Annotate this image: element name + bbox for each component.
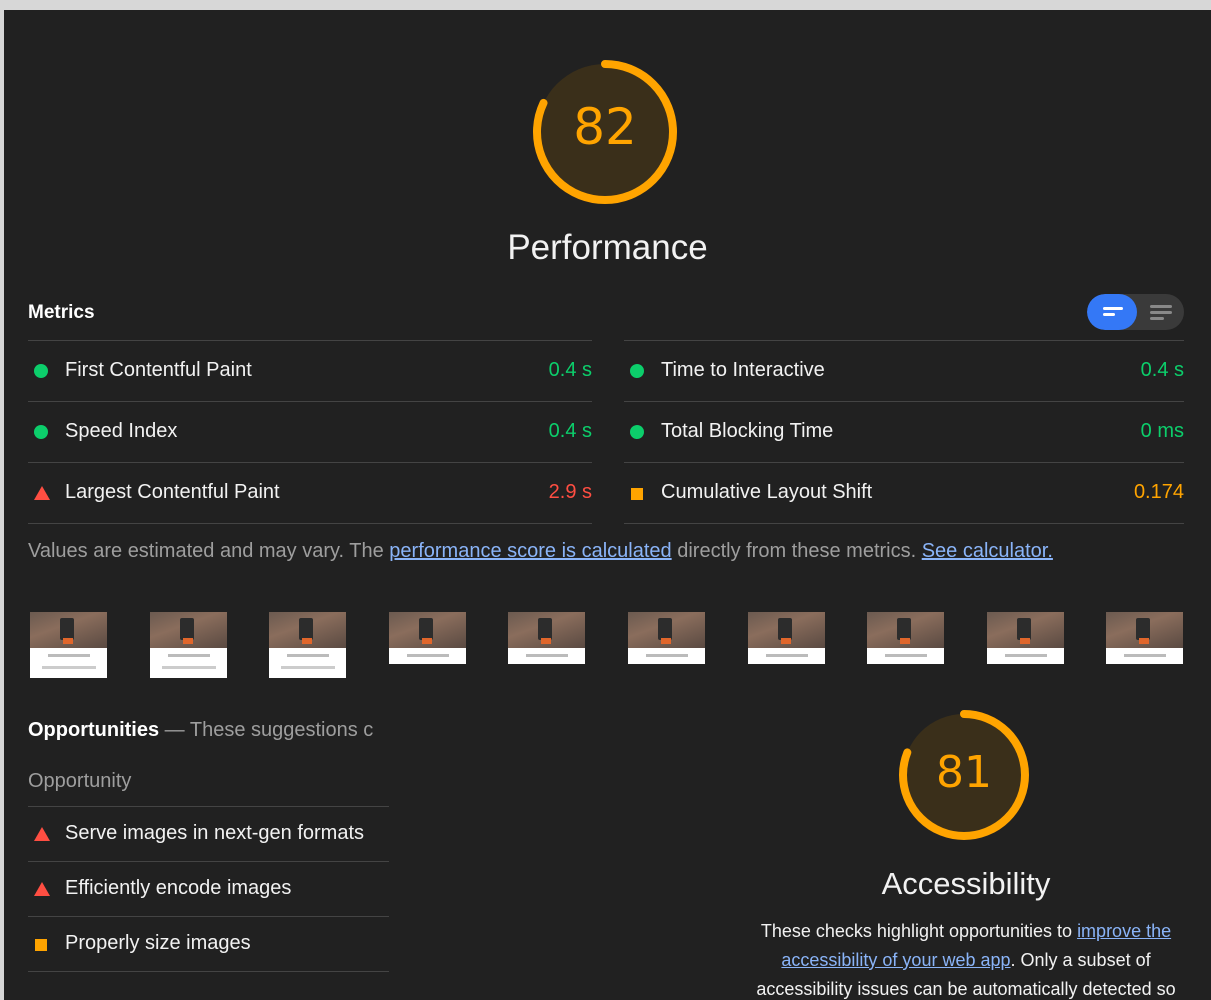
metric-first-contentful-paint: First Contentful Paint 0.4 s [28, 340, 592, 401]
pass-dot-icon [630, 364, 644, 378]
see-calculator-link[interactable]: See calculator. [922, 540, 1053, 562]
metrics-header: Metrics [28, 302, 95, 323]
note-prefix: Values are estimated and may vary. The [28, 540, 390, 562]
acc-desc-prefix: These checks highlight opportunities to [760, 921, 1078, 941]
opportunity-label: Properly size images [65, 932, 251, 954]
filmstrip-frame [747, 612, 825, 664]
metric-total-blocking-time: Total Blocking Time 0 ms [624, 401, 1184, 462]
metrics-view-toggle[interactable] [1087, 294, 1184, 330]
compact-view-toggle-button[interactable] [1087, 294, 1137, 330]
score-calculated-link[interactable]: performance score is calculated [389, 540, 671, 562]
metric-largest-contentful-paint: Largest Contentful Paint 2.9 s [28, 462, 592, 524]
opportunities-header: Opportunities — These suggestions c [28, 719, 389, 742]
accessibility-gauge[interactable]: 81 [896, 707, 1032, 843]
compact-view-icon-line [1103, 313, 1115, 316]
expanded-view-icon-line [1150, 311, 1172, 314]
opportunities-title: Opportunities [28, 719, 160, 741]
metric-value: 0.4 s [548, 359, 592, 381]
filmstrip-frame [986, 612, 1064, 664]
metric-label: Speed Index [65, 420, 178, 442]
pass-dot-icon [34, 364, 48, 378]
expanded-view-icon[interactable] [1150, 305, 1172, 308]
opportunity-item[interactable]: Efficiently encode images [28, 861, 389, 916]
opportunity-label: Serve images in next-gen formats [65, 822, 365, 844]
metrics-column-right: Time to Interactive 0.4 s Total Blocking… [624, 340, 1184, 524]
opportunities-description: — These suggestions c [159, 719, 374, 741]
opportunity-item[interactable]: Properly size images [28, 916, 389, 972]
metric-speed-index: Speed Index 0.4 s [28, 401, 592, 462]
performance-gauge[interactable]: 82 [530, 57, 680, 207]
accessibility-description: These checks highlight opportunities to … [736, 917, 1196, 1000]
filmstrip-frame [508, 612, 586, 664]
accessibility-score: 81 [936, 747, 992, 798]
expanded-view-icon-line [1150, 317, 1164, 320]
filmstrip-frame [30, 612, 107, 678]
report-panel: 82 Performance Metrics First Contentful … [4, 10, 1211, 1000]
metric-label: First Contentful Paint [65, 359, 252, 381]
pass-dot-icon [34, 425, 48, 439]
metrics-note: Values are estimated and may vary. The p… [28, 540, 1053, 563]
fail-triangle-icon [34, 486, 50, 500]
pass-dot-icon [630, 425, 644, 439]
average-square-icon [631, 488, 643, 500]
opportunity-item[interactable]: Serve images in next-gen formats [28, 806, 389, 861]
average-square-icon [35, 939, 47, 951]
filmstrip-frame [628, 612, 705, 664]
performance-score: 82 [573, 98, 637, 156]
fail-triangle-icon [34, 882, 50, 896]
filmstrip-frame [388, 612, 466, 664]
opportunities-list: Serve images in next-gen formats Efficie… [28, 806, 389, 972]
opportunity-column-label: Opportunity [28, 770, 132, 792]
metric-value: 0.174 [1133, 481, 1184, 503]
metric-value: 0.4 s [548, 420, 592, 442]
metric-label: Cumulative Layout Shift [661, 481, 873, 503]
accessibility-title: Accessibility [881, 866, 1051, 901]
fail-triangle-icon [34, 827, 50, 841]
filmstrip-frame [867, 612, 945, 664]
metric-cumulative-layout-shift: Cumulative Layout Shift 0.174 [624, 462, 1184, 524]
note-middle: directly from these metrics. [671, 540, 922, 562]
performance-title: Performance [507, 228, 708, 267]
metric-value: 0 ms [1140, 420, 1184, 442]
metric-label: Total Blocking Time [661, 420, 834, 442]
metric-label: Largest Contentful Paint [65, 481, 280, 503]
metric-value: 2.9 s [548, 481, 592, 503]
compact-view-icon [1103, 307, 1123, 310]
metric-label: Time to Interactive [661, 359, 825, 381]
filmstrip-frame [149, 612, 227, 678]
metrics-column-left: First Contentful Paint 0.4 s Speed Index… [28, 340, 592, 524]
filmstrip-frame [269, 612, 347, 678]
metric-value: 0.4 s [1140, 359, 1184, 381]
opportunity-label: Efficiently encode images [65, 877, 292, 899]
metric-time-to-interactive: Time to Interactive 0.4 s [624, 340, 1184, 401]
filmstrip-frame [1106, 612, 1184, 664]
